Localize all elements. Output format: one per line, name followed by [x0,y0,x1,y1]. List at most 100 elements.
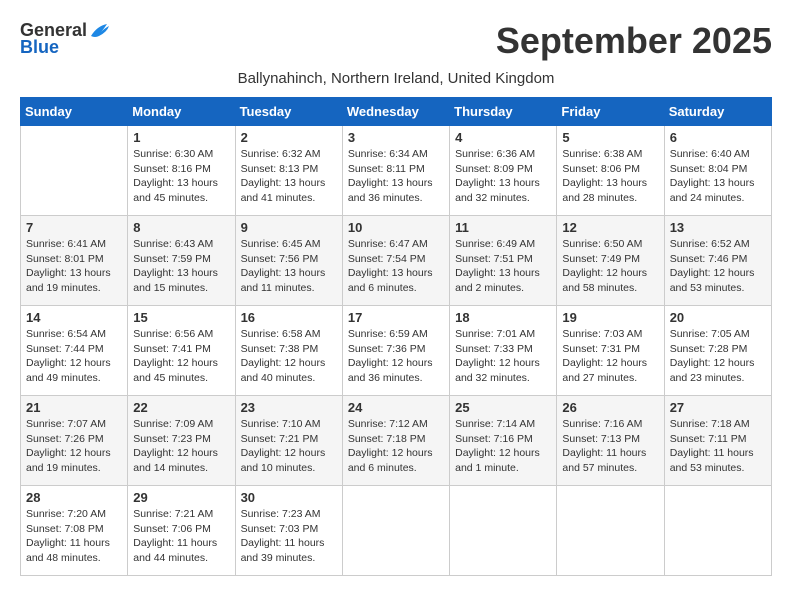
cell-details: Sunrise: 7:12 AM Sunset: 7:18 PM Dayligh… [348,417,444,476]
calendar-cell: 13 Sunrise: 6:52 AM Sunset: 7:46 PM Dayli… [664,216,771,306]
calendar-cell: 28 Sunrise: 7:20 AM Sunset: 7:08 PM Dayli… [21,486,128,576]
day-number: 11 [455,220,551,235]
day-number: 14 [26,310,122,325]
cell-details: Sunrise: 6:45 AM Sunset: 7:56 PM Dayligh… [241,237,337,296]
calendar-cell: 2 Sunrise: 6:32 AM Sunset: 8:13 PM Daylig… [235,126,342,216]
cell-details: Sunrise: 7:16 AM Sunset: 7:13 PM Dayligh… [562,417,658,476]
calendar-cell: 27 Sunrise: 7:18 AM Sunset: 7:11 PM Dayli… [664,396,771,486]
calendar-cell: 18 Sunrise: 7:01 AM Sunset: 7:33 PM Dayli… [450,306,557,396]
day-number: 3 [348,130,444,145]
day-number: 6 [670,130,766,145]
day-number: 16 [241,310,337,325]
cell-details: Sunrise: 7:18 AM Sunset: 7:11 PM Dayligh… [670,417,766,476]
calendar-cell [557,486,664,576]
day-number: 22 [133,400,229,415]
day-number: 2 [241,130,337,145]
day-number: 9 [241,220,337,235]
day-number: 5 [562,130,658,145]
cell-details: Sunrise: 6:56 AM Sunset: 7:41 PM Dayligh… [133,327,229,386]
cell-details: Sunrise: 6:36 AM Sunset: 8:09 PM Dayligh… [455,147,551,206]
week-row-5: 28 Sunrise: 7:20 AM Sunset: 7:08 PM Dayli… [21,486,772,576]
cell-details: Sunrise: 6:52 AM Sunset: 7:46 PM Dayligh… [670,237,766,296]
week-row-1: 1Sunrise: 6:30 AM Sunset: 8:16 PM Daylig… [21,126,772,216]
calendar-cell: 16 Sunrise: 6:58 AM Sunset: 7:38 PM Dayli… [235,306,342,396]
month-year-title: September 2025 [496,20,772,62]
calendar-cell: 14 Sunrise: 6:54 AM Sunset: 7:44 PM Dayli… [21,306,128,396]
calendar-cell: 19 Sunrise: 7:03 AM Sunset: 7:31 PM Dayli… [557,306,664,396]
calendar-cell: 21Sunrise: 7:07 AM Sunset: 7:26 PM Dayli… [21,396,128,486]
day-number: 23 [241,400,337,415]
day-number: 10 [348,220,444,235]
calendar-cell: 9 Sunrise: 6:45 AM Sunset: 7:56 PM Daylig… [235,216,342,306]
day-header-wednesday: Wednesday [342,98,449,126]
day-number: 12 [562,220,658,235]
cell-details: Sunrise: 7:20 AM Sunset: 7:08 PM Dayligh… [26,507,122,566]
calendar-cell: 25Sunrise: 7:14 AM Sunset: 7:16 PM Dayli… [450,396,557,486]
cell-details: Sunrise: 7:21 AM Sunset: 7:06 PM Dayligh… [133,507,229,566]
cell-details: Sunrise: 6:58 AM Sunset: 7:38 PM Dayligh… [241,327,337,386]
cell-details: Sunrise: 7:10 AM Sunset: 7:21 PM Dayligh… [241,417,337,476]
cell-details: Sunrise: 7:03 AM Sunset: 7:31 PM Dayligh… [562,327,658,386]
cell-details: Sunrise: 6:43 AM Sunset: 7:59 PM Dayligh… [133,237,229,296]
week-row-2: 7 Sunrise: 6:41 AM Sunset: 8:01 PM Daylig… [21,216,772,306]
cell-details: Sunrise: 7:09 AM Sunset: 7:23 PM Dayligh… [133,417,229,476]
calendar-cell: 12 Sunrise: 6:50 AM Sunset: 7:49 PM Dayli… [557,216,664,306]
day-number: 27 [670,400,766,415]
logo: General Blue [20,20,111,58]
day-number: 19 [562,310,658,325]
day-number: 29 [133,490,229,505]
cell-details: Sunrise: 6:54 AM Sunset: 7:44 PM Dayligh… [26,327,122,386]
calendar-cell: 10 Sunrise: 6:47 AM Sunset: 7:54 PM Dayli… [342,216,449,306]
day-number: 18 [455,310,551,325]
calendar-cell: 30 Sunrise: 7:23 AM Sunset: 7:03 PM Dayli… [235,486,342,576]
cell-details: Sunrise: 6:38 AM Sunset: 8:06 PM Dayligh… [562,147,658,206]
calendar-cell: 17Sunrise: 6:59 AM Sunset: 7:36 PM Dayli… [342,306,449,396]
day-number: 4 [455,130,551,145]
logo-bird-icon [89,22,111,40]
day-number: 13 [670,220,766,235]
calendar-cell: 3 Sunrise: 6:34 AM Sunset: 8:11 PM Daylig… [342,126,449,216]
title-block: September 2025 [496,20,772,62]
cell-details: Sunrise: 6:49 AM Sunset: 7:51 PM Dayligh… [455,237,551,296]
calendar-cell: 26 Sunrise: 7:16 AM Sunset: 7:13 PM Dayli… [557,396,664,486]
day-number: 26 [562,400,658,415]
day-number: 7 [26,220,122,235]
cell-details: Sunrise: 6:41 AM Sunset: 8:01 PM Dayligh… [26,237,122,296]
calendar-cell [664,486,771,576]
calendar-table: SundayMondayTuesdayWednesdayThursdayFrid… [20,97,772,576]
cell-details: Sunrise: 6:30 AM Sunset: 8:16 PM Dayligh… [133,147,229,206]
cell-details: Sunrise: 6:34 AM Sunset: 8:11 PM Dayligh… [348,147,444,206]
calendar-cell: 22 Sunrise: 7:09 AM Sunset: 7:23 PM Dayli… [128,396,235,486]
calendar-cell: 29 Sunrise: 7:21 AM Sunset: 7:06 PM Dayli… [128,486,235,576]
cell-details: Sunrise: 7:05 AM Sunset: 7:28 PM Dayligh… [670,327,766,386]
day-header-friday: Friday [557,98,664,126]
cell-details: Sunrise: 7:01 AM Sunset: 7:33 PM Dayligh… [455,327,551,386]
week-row-3: 14 Sunrise: 6:54 AM Sunset: 7:44 PM Dayli… [21,306,772,396]
cell-details: Sunrise: 7:23 AM Sunset: 7:03 PM Dayligh… [241,507,337,566]
day-header-thursday: Thursday [450,98,557,126]
calendar-cell [450,486,557,576]
calendar-cell: 4 Sunrise: 6:36 AM Sunset: 8:09 PM Daylig… [450,126,557,216]
cell-details: Sunrise: 6:50 AM Sunset: 7:49 PM Dayligh… [562,237,658,296]
day-header-tuesday: Tuesday [235,98,342,126]
week-row-4: 21Sunrise: 7:07 AM Sunset: 7:26 PM Dayli… [21,396,772,486]
calendar-cell [21,126,128,216]
cell-details: Sunrise: 6:47 AM Sunset: 7:54 PM Dayligh… [348,237,444,296]
day-number: 15 [133,310,229,325]
logo-blue-text: Blue [20,37,59,58]
day-number: 21 [26,400,122,415]
calendar-cell: 7 Sunrise: 6:41 AM Sunset: 8:01 PM Daylig… [21,216,128,306]
calendar-cell: 11 Sunrise: 6:49 AM Sunset: 7:51 PM Dayli… [450,216,557,306]
day-number: 24 [348,400,444,415]
calendar-cell: 20 Sunrise: 7:05 AM Sunset: 7:28 PM Dayli… [664,306,771,396]
day-number: 17 [348,310,444,325]
calendar-cell: 6Sunrise: 6:40 AM Sunset: 8:04 PM Daylig… [664,126,771,216]
calendar-cell: 5 Sunrise: 6:38 AM Sunset: 8:06 PM Daylig… [557,126,664,216]
location-subtitle: Ballynahinch, Northern Ireland, United K… [20,70,772,87]
day-header-saturday: Saturday [664,98,771,126]
day-number: 28 [26,490,122,505]
day-number: 30 [241,490,337,505]
day-header-monday: Monday [128,98,235,126]
cell-details: Sunrise: 6:32 AM Sunset: 8:13 PM Dayligh… [241,147,337,206]
day-number: 20 [670,310,766,325]
